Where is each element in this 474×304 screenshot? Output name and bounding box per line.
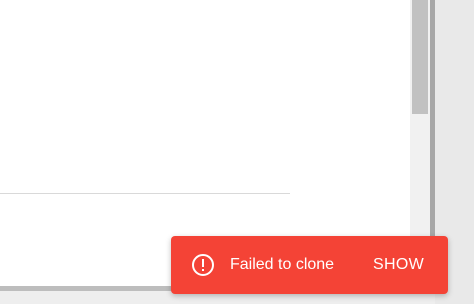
content-divider [0, 193, 290, 194]
snackbar-message: Failed to clone [230, 256, 335, 273]
error-icon [191, 253, 215, 277]
show-button[interactable]: SHOW [373, 256, 424, 274]
error-snackbar: Failed to clone SHOW [171, 236, 448, 294]
scrollbar-thumb[interactable] [412, 0, 428, 114]
